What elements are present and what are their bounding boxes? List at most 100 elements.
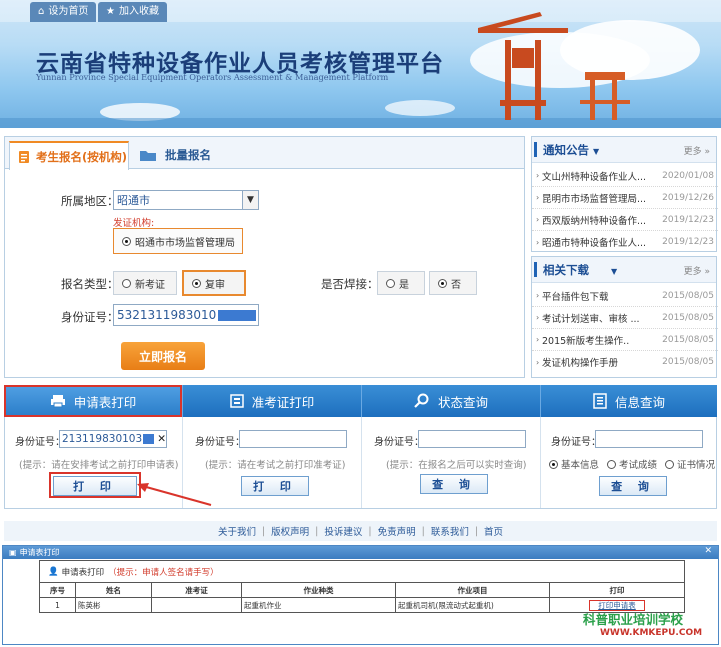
- notices-panel: 通知公告 ▼ 更多 » › 文山州特种设备作业人... 2020/01/08 › 昆明…: [531, 136, 718, 253]
- list-icon: [593, 393, 607, 409]
- download-item[interactable]: › 考试计划送审、审核 ... 2015/08/05: [532, 307, 718, 329]
- tab-application-print[interactable]: 申请表打印: [4, 385, 182, 417]
- print-application-button[interactable]: 打 印: [53, 476, 137, 496]
- notice-item[interactable]: › 西双版纳州特种设备作... 2019/12/23: [532, 209, 718, 231]
- watermark-url: WWW.KMKEPU.COM: [600, 628, 703, 638]
- weld-no-radio[interactable]: [438, 278, 447, 288]
- application-print-column: 身份证号： 213119830103 ✕ (提示：请在安排考试之前打印申请表) …: [5, 417, 212, 508]
- weld-yes-radio[interactable]: [386, 278, 395, 288]
- downloads-title: 相关下载 ▼: [543, 263, 618, 277]
- region-label: 所属地区：: [61, 194, 119, 208]
- arrow-icon: ›: [536, 193, 540, 202]
- footer-link-contact[interactable]: 联系我们: [431, 524, 469, 538]
- notices-header: 通知公告 ▼ 更多 »: [532, 137, 716, 163]
- issuer-option[interactable]: 昭通市市场监督管理局: [113, 228, 243, 254]
- redacted-block: [143, 434, 155, 444]
- register-now-button[interactable]: 立即报名: [121, 342, 205, 370]
- application-print-dialog: ▣ 申请表打印 ✕ 👤 申请表打印 （提示：申请人签名请手写） 序号 姓名 准考…: [2, 545, 719, 645]
- downloads-header: 相关下载 ▼ 更多 »: [532, 257, 716, 283]
- id-label: 身份证号：: [61, 310, 119, 324]
- basic-info-radio[interactable]: [549, 459, 558, 469]
- exam-score-radio[interactable]: [607, 459, 617, 469]
- weld-no-option[interactable]: 否: [429, 271, 477, 295]
- footer-nav: 关于我们 | 版权声明 | 投诉建议 | 免责声明 | 联系我们 | 首页: [4, 521, 717, 541]
- app-print-hint: (提示：请在安排考试之前打印申请表): [19, 460, 179, 471]
- query-panel-body: 身份证号： 213119830103 ✕ (提示：请在安排考试之前打印申请表) …: [4, 417, 717, 509]
- close-icon[interactable]: ✕: [704, 546, 712, 556]
- arrow-icon: ›: [536, 335, 540, 344]
- status-hint: (提示：在报名之后可以实时查询): [386, 460, 527, 471]
- arrow-icon: ›: [536, 291, 540, 300]
- type-review-option[interactable]: 复审: [182, 270, 246, 296]
- download-item[interactable]: › 发证机构操作手册 2015/08/05: [532, 351, 718, 373]
- status-id-input[interactable]: [418, 430, 526, 448]
- issuer-label: 发证机构:: [113, 218, 155, 229]
- status-query-button[interactable]: 查 询: [420, 474, 488, 494]
- notice-item[interactable]: › 文山州特种设备作业人... 2020/01/08: [532, 165, 718, 187]
- arrow-icon: ›: [536, 237, 540, 247]
- status-query-column: 身份证号： (提示：在报名之后可以实时查询) 查 询: [362, 417, 541, 508]
- weld-label: 是否焊接：: [321, 277, 379, 291]
- download-item[interactable]: › 2015新版考生操作.. 2015/08/05: [532, 329, 718, 351]
- folder-icon: [140, 151, 156, 161]
- dialog-titlebar: ▣ 申请表打印 ✕: [3, 546, 718, 559]
- notice-item[interactable]: › 昭通市特种设备作业人... 2019/12/23: [532, 231, 718, 253]
- document-icon: [19, 150, 29, 163]
- id-label: 身份证号：: [551, 437, 601, 448]
- notices-more-link[interactable]: 更多 »: [684, 144, 710, 157]
- region-select[interactable]: 昭通市 ▼: [113, 190, 259, 210]
- notice-item[interactable]: › 昆明市市场监督管理局... 2019/12/26: [532, 187, 718, 209]
- print-admission-button[interactable]: 打 印: [241, 476, 309, 496]
- accent-bar: [534, 142, 537, 157]
- admission-hint: (提示：请在考试之前打印准考证): [205, 460, 346, 471]
- arrow-icon: ›: [536, 171, 540, 180]
- info-id-input[interactable]: [595, 430, 703, 448]
- caret-down-icon: ▼: [593, 147, 600, 156]
- info-query-button[interactable]: 查 询: [599, 476, 667, 496]
- search-icon: [414, 393, 429, 408]
- id-label: 身份证号：: [15, 437, 65, 448]
- arrow-icon: ›: [536, 215, 540, 224]
- window-icon: ▣: [9, 548, 17, 557]
- site-banner: ⌂ 设为首页 ★ 加入收藏 云南省特种设备作业人员考核管理平台 Yunnan Pro…: [0, 0, 721, 128]
- registration-tabs: 考生报名(按机构) 批量报名: [5, 137, 524, 170]
- chevron-right-icon: »: [704, 267, 710, 277]
- tab-batch-register[interactable]: 批量报名: [139, 141, 211, 169]
- arrow-icon: ›: [536, 357, 540, 367]
- app-id-input[interactable]: 213119830103 ✕: [59, 430, 167, 448]
- accent-bar: [534, 262, 537, 277]
- issuer-radio[interactable]: [122, 236, 131, 246]
- query-tab-bar: 申请表打印 准考证打印 状态查询 信息查询: [4, 385, 717, 417]
- id-input[interactable]: 5321311983010: [113, 304, 259, 326]
- chevron-right-icon: »: [704, 147, 710, 157]
- footer-link-feedback[interactable]: 投诉建议: [324, 524, 362, 538]
- tab-register-by-org[interactable]: 考生报名(按机构): [9, 141, 129, 170]
- weld-yes-option[interactable]: 是: [377, 271, 425, 295]
- footer-link-disclaimer[interactable]: 免责声明: [378, 524, 416, 538]
- admission-print-column: 身份证号： (提示：请在考试之前打印准考证) 打 印: [183, 417, 362, 508]
- type-new-option[interactable]: 新考证: [113, 271, 177, 295]
- type-new-radio[interactable]: [122, 278, 131, 288]
- printer-icon: [50, 395, 65, 408]
- tab-status-query[interactable]: 状态查询: [362, 385, 540, 417]
- footer-link-copyright[interactable]: 版权声明: [271, 524, 309, 538]
- type-review-radio[interactable]: [192, 278, 201, 288]
- downloads-more-link[interactable]: 更多 »: [684, 264, 710, 277]
- admission-id-input[interactable]: [239, 430, 347, 448]
- tab-info-query[interactable]: 信息查询: [541, 385, 717, 417]
- chevron-down-icon: ▼: [242, 191, 258, 209]
- caret-down-icon: ▼: [611, 267, 618, 276]
- arrow-icon: ›: [536, 313, 540, 322]
- footer-separator: |: [474, 525, 479, 537]
- footer-link-home[interactable]: 首页: [484, 524, 503, 538]
- watermark-name: 科普职业培训学校: [583, 612, 684, 627]
- footer-separator: |: [368, 525, 372, 537]
- tab-admission-print[interactable]: 准考证打印: [183, 385, 361, 417]
- download-item[interactable]: › 平台插件包下载 2015/08/05: [532, 285, 718, 307]
- certificate-radio[interactable]: [665, 459, 675, 469]
- user-icon: 👤: [48, 566, 59, 577]
- footer-link-about[interactable]: 关于我们: [218, 524, 256, 538]
- id-label: 身份证号：: [195, 437, 245, 448]
- clear-icon[interactable]: ✕: [157, 433, 166, 445]
- info-options: 基本信息 考试成绩 证书情况: [549, 457, 715, 471]
